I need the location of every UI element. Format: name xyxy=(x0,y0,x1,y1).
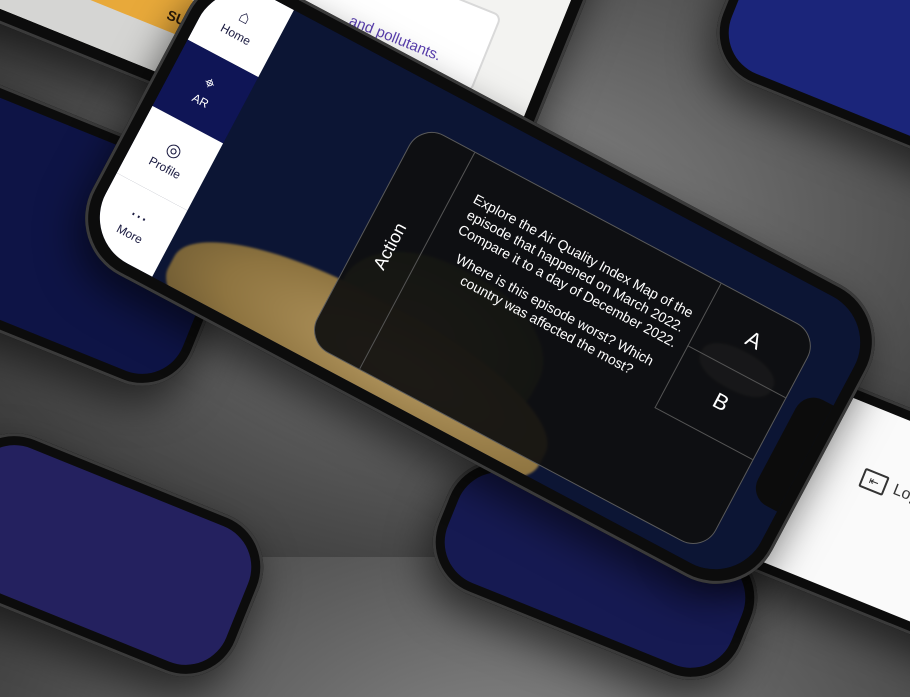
bottom-left-phone xyxy=(0,416,281,694)
home-icon: ⌂ xyxy=(235,5,255,29)
nav-label: AR xyxy=(189,90,211,112)
action-label: Action xyxy=(369,219,411,273)
nav-label: Home xyxy=(218,20,254,49)
top-right-screen xyxy=(715,0,910,169)
more-icon: ⋯ xyxy=(126,203,152,230)
logout-button[interactable]: ⇤ Logo xyxy=(858,467,910,513)
profile-icon: ◎ xyxy=(162,137,186,163)
logout-label: Logo xyxy=(890,481,910,511)
ar-icon: ⌖ xyxy=(200,72,219,95)
logout-icon: ⇤ xyxy=(858,467,890,496)
bottom-left-screen xyxy=(0,431,265,679)
top-right-phone xyxy=(699,0,910,184)
